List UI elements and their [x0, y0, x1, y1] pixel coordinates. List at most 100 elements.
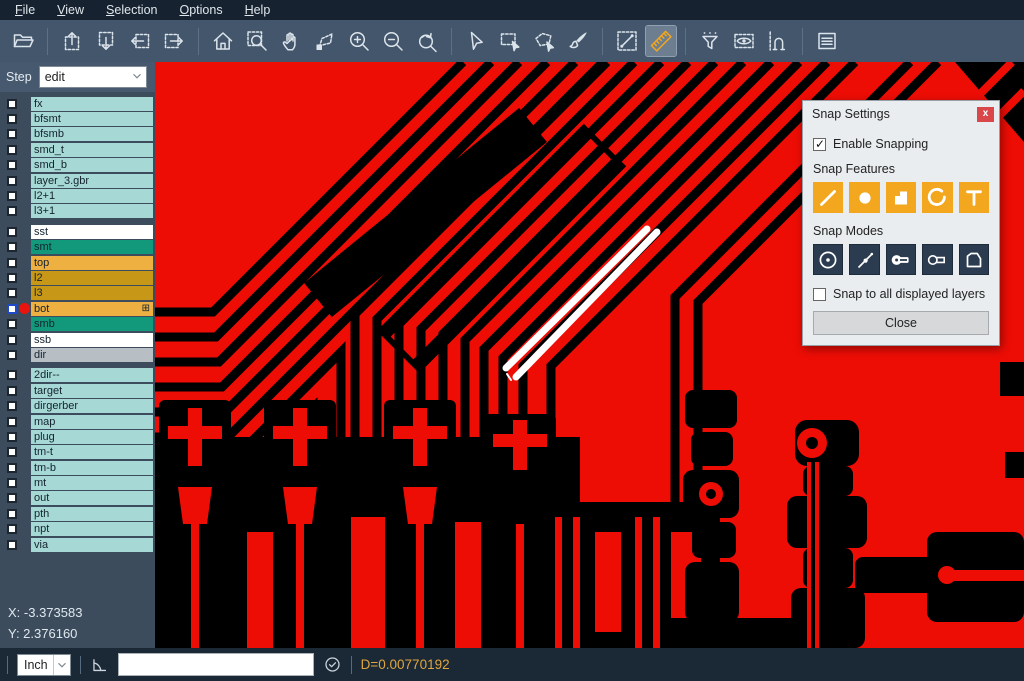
layer-visibility-checkbox[interactable]: [7, 386, 17, 396]
pan-hand-icon[interactable]: [276, 26, 306, 56]
layer-visibility-checkbox[interactable]: [7, 191, 17, 201]
layer-name[interactable]: smd_t: [31, 143, 153, 157]
layer-visibility-checkbox[interactable]: [7, 350, 17, 360]
layer-visibility-checkbox[interactable]: [7, 258, 17, 268]
open-file-icon[interactable]: [8, 26, 38, 56]
menu-view[interactable]: View: [46, 3, 95, 17]
dialog-title-bar[interactable]: Snap Settings x: [803, 101, 999, 127]
layer-name[interactable]: tm-t: [31, 445, 153, 459]
snap-pad-icon[interactable]: [849, 182, 879, 213]
unit-select[interactable]: Inch: [17, 654, 71, 676]
layer-name[interactable]: tm-b: [31, 461, 153, 475]
layer-visibility-checkbox[interactable]: [7, 370, 17, 380]
layer-name[interactable]: fx: [31, 97, 153, 111]
layer-visibility-checkbox[interactable]: [7, 447, 17, 457]
layer-visibility-checkbox[interactable]: [7, 463, 17, 473]
layer-visibility-checkbox[interactable]: [7, 304, 17, 314]
zoom-previous-icon[interactable]: [412, 26, 442, 56]
layer-name[interactable]: smt: [31, 240, 153, 254]
layer-name[interactable]: l2+1: [31, 189, 153, 203]
menu-selection[interactable]: Selection: [95, 3, 168, 17]
layer-name[interactable]: l3+1: [31, 204, 153, 218]
snap-midpoint-icon[interactable]: [849, 244, 879, 275]
layer-name[interactable]: bfsmb: [31, 127, 153, 141]
angle-icon[interactable]: [90, 655, 109, 674]
zoom-in-icon[interactable]: [344, 26, 374, 56]
select-cursor-icon[interactable]: [461, 26, 491, 56]
snap-settings-icon[interactable]: [763, 26, 793, 56]
layer-visibility-checkbox[interactable]: [7, 478, 17, 488]
layer-name[interactable]: layer_3.gbr: [31, 174, 153, 188]
layer-visibility-checkbox[interactable]: [7, 288, 17, 298]
layer-visibility-checkbox[interactable]: [7, 540, 17, 550]
layer-visibility-checkbox[interactable]: [7, 114, 17, 124]
layer-name[interactable]: sst: [31, 225, 153, 239]
layer-name[interactable]: bfsmt: [31, 112, 153, 126]
layer-name[interactable]: top: [31, 256, 153, 270]
step-select[interactable]: edit: [39, 66, 147, 88]
layer-name[interactable]: pth: [31, 507, 153, 521]
all-layers-checkbox[interactable]: [813, 288, 826, 301]
snap-text-icon[interactable]: [959, 182, 989, 213]
layer-name[interactable]: smb: [31, 317, 153, 331]
polygon-select-icon[interactable]: [529, 26, 559, 56]
layer-visibility-checkbox[interactable]: [7, 145, 17, 155]
layer-name[interactable]: l2: [31, 271, 153, 285]
layer-name[interactable]: dirgerber: [31, 399, 153, 413]
brush-select-icon[interactable]: [563, 26, 593, 56]
layer-visibility-checkbox[interactable]: [7, 206, 17, 216]
layer-visibility-checkbox[interactable]: [7, 227, 17, 237]
zoom-polygon-icon[interactable]: [310, 26, 340, 56]
layer-name[interactable]: bot⊞: [31, 302, 153, 316]
snap-pad-filled-icon[interactable]: [886, 244, 916, 275]
layer-visibility-checkbox[interactable]: [7, 493, 17, 503]
menu-file[interactable]: File: [4, 3, 46, 17]
snap-surface-icon[interactable]: [886, 182, 916, 213]
layer-visibility-checkbox[interactable]: [7, 417, 17, 427]
layer-name[interactable]: via: [31, 538, 153, 552]
menu-options[interactable]: Options: [168, 3, 233, 17]
layer-visibility-checkbox[interactable]: [7, 432, 17, 442]
snap-center-icon[interactable]: [813, 244, 843, 275]
snap-contour-icon[interactable]: [959, 244, 989, 275]
layer-visibility-checkbox[interactable]: [7, 319, 17, 329]
layer-name[interactable]: 2dir--: [31, 368, 153, 382]
circle-check-icon[interactable]: [323, 655, 342, 674]
layer-visibility-checkbox[interactable]: [7, 99, 17, 109]
filter-icon[interactable]: [695, 26, 725, 56]
layer-name[interactable]: map: [31, 415, 153, 429]
layer-visibility-checkbox[interactable]: [7, 242, 17, 252]
enable-snapping-checkbox[interactable]: [813, 138, 826, 151]
zoom-home-icon[interactable]: [208, 26, 238, 56]
shift-view-down-icon[interactable]: [91, 26, 121, 56]
layer-name[interactable]: mt: [31, 476, 153, 490]
layer-visibility-checkbox[interactable]: [7, 509, 17, 519]
view-options-icon[interactable]: [729, 26, 759, 56]
layers-panel-icon[interactable]: [812, 26, 842, 56]
layer-name[interactable]: dir: [31, 348, 153, 362]
layer-name[interactable]: smd_b: [31, 158, 153, 172]
layer-name[interactable]: npt: [31, 522, 153, 536]
shift-view-up-icon[interactable]: [57, 26, 87, 56]
menu-help[interactable]: Help: [234, 3, 282, 17]
layer-name[interactable]: out: [31, 491, 153, 505]
layer-visibility-checkbox[interactable]: [7, 524, 17, 534]
layer-visibility-checkbox[interactable]: [7, 160, 17, 170]
layer-visibility-checkbox[interactable]: [7, 273, 17, 283]
snap-line-icon[interactable]: [813, 182, 843, 213]
dialog-close-icon[interactable]: x: [977, 107, 994, 122]
layer-visibility-checkbox[interactable]: [7, 129, 17, 139]
layer-visibility-checkbox[interactable]: [7, 335, 17, 345]
layer-name[interactable]: target: [31, 384, 153, 398]
shift-view-right-icon[interactable]: [159, 26, 189, 56]
zoom-window-icon[interactable]: [242, 26, 272, 56]
measure-input[interactable]: [118, 653, 314, 676]
layer-name[interactable]: l3: [31, 286, 153, 300]
zoom-out-icon[interactable]: [378, 26, 408, 56]
close-button[interactable]: Close: [813, 311, 989, 335]
layer-visibility-checkbox[interactable]: [7, 176, 17, 186]
layer-name[interactable]: ssb: [31, 333, 153, 347]
snap-pad-outline-icon[interactable]: [922, 244, 952, 275]
measure-ruler-icon[interactable]: [646, 26, 676, 56]
rectangle-select-icon[interactable]: [495, 26, 525, 56]
